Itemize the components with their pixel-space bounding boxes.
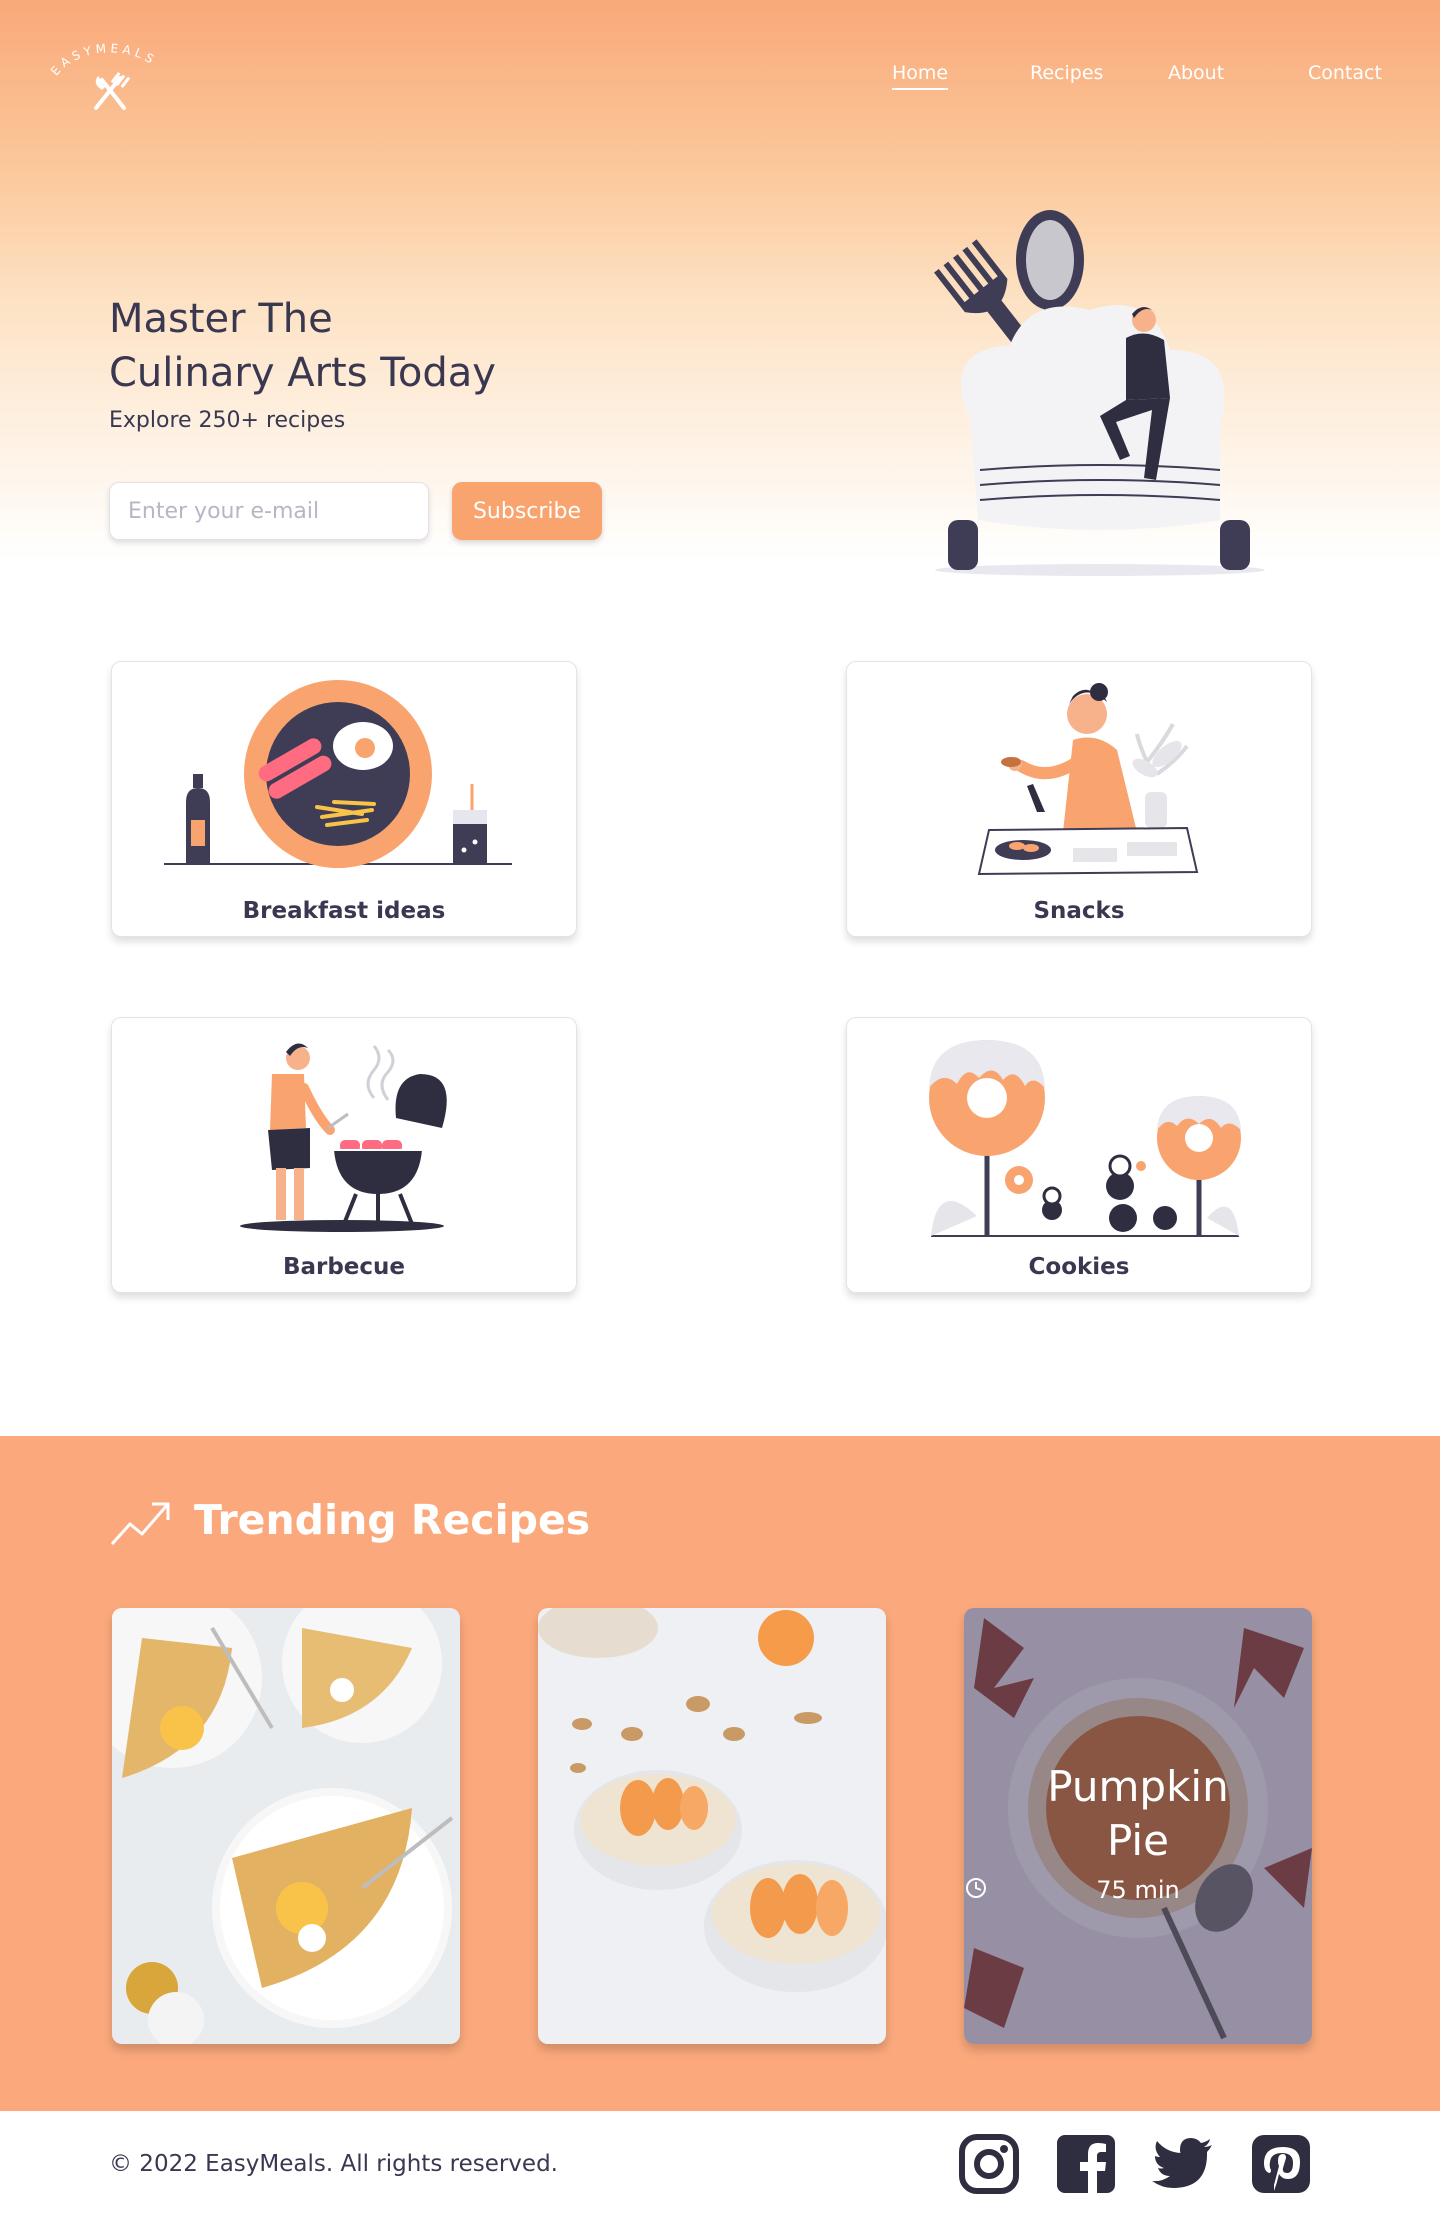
barbecue-illustration: [240, 1043, 447, 1232]
recipe-time: 75 min: [964, 1876, 1312, 1904]
nav-home[interactable]: Home: [892, 62, 949, 90]
recipe-name-line2: Pie: [1107, 1816, 1169, 1865]
hero-title-line2: Culinary Arts Today: [109, 350, 496, 396]
category-card-barbecue[interactable]: Barbecue: [111, 1017, 577, 1293]
instagram-icon[interactable]: [958, 2133, 1020, 2195]
category-card-cookies[interactable]: Cookies: [846, 1017, 1312, 1293]
snacks-illustration: [977, 683, 1199, 876]
trending-up-icon: [110, 1502, 170, 1546]
recipe-card-pumpkin-pie[interactable]: Pumpkin Pie 75 min: [964, 1608, 1312, 2044]
nav-about[interactable]: About: [1168, 62, 1224, 84]
category-label: Snacks: [1033, 898, 1125, 924]
hero-title-line1: Master The: [109, 296, 333, 342]
hero-title: Master The Culinary Arts Today: [109, 292, 669, 400]
trending-title: Trending Recipes: [194, 1496, 591, 1544]
category-label: Breakfast ideas: [242, 898, 446, 924]
hero-section: EASYMEALS Home Recipes About Contact Mas…: [0, 0, 1440, 576]
main-nav: Home Recipes About Contact: [0, 62, 1440, 92]
yogurt-bowls-photo: [538, 1608, 886, 2044]
category-card-breakfast[interactable]: Breakfast ideas: [111, 661, 577, 937]
subscribe-button[interactable]: Subscribe: [452, 482, 602, 540]
category-card-snacks[interactable]: Snacks: [846, 661, 1312, 937]
category-label: Cookies: [1028, 1254, 1130, 1280]
nav-contact[interactable]: Contact: [1308, 62, 1382, 84]
category-label: Barbecue: [282, 1254, 406, 1280]
recipe-card-crepes[interactable]: [112, 1608, 460, 2044]
copyright-text: © 2022 EasyMeals. All rights reserved.: [109, 2151, 558, 2177]
recipe-name: Pumpkin Pie: [964, 1760, 1312, 1868]
breakfast-illustration: [164, 680, 512, 868]
facebook-icon[interactable]: [1055, 2133, 1117, 2195]
email-input[interactable]: [109, 482, 429, 540]
footer: © 2022 EasyMeals. All rights reserved.: [0, 2111, 1440, 2217]
twitter-icon[interactable]: [1152, 2133, 1214, 2195]
crepes-photo: [112, 1608, 460, 2044]
recipe-name-line1: Pumpkin: [1047, 1762, 1229, 1811]
trending-section: Trending Recipes Pumpkin Pie 75 min: [0, 1436, 1440, 2111]
cookies-illustration: [929, 1040, 1241, 1237]
nav-recipes[interactable]: Recipes: [1030, 62, 1103, 84]
chef-hat-illustration: [934, 210, 1265, 576]
recipe-card-yogurt-bowls[interactable]: [538, 1608, 886, 2044]
pinterest-icon[interactable]: [1250, 2133, 1312, 2195]
clock-icon: [966, 1878, 986, 1898]
recipe-time-value: 75 min: [1096, 1876, 1180, 1904]
hero-subtitle: Explore 250+ recipes: [109, 408, 346, 433]
